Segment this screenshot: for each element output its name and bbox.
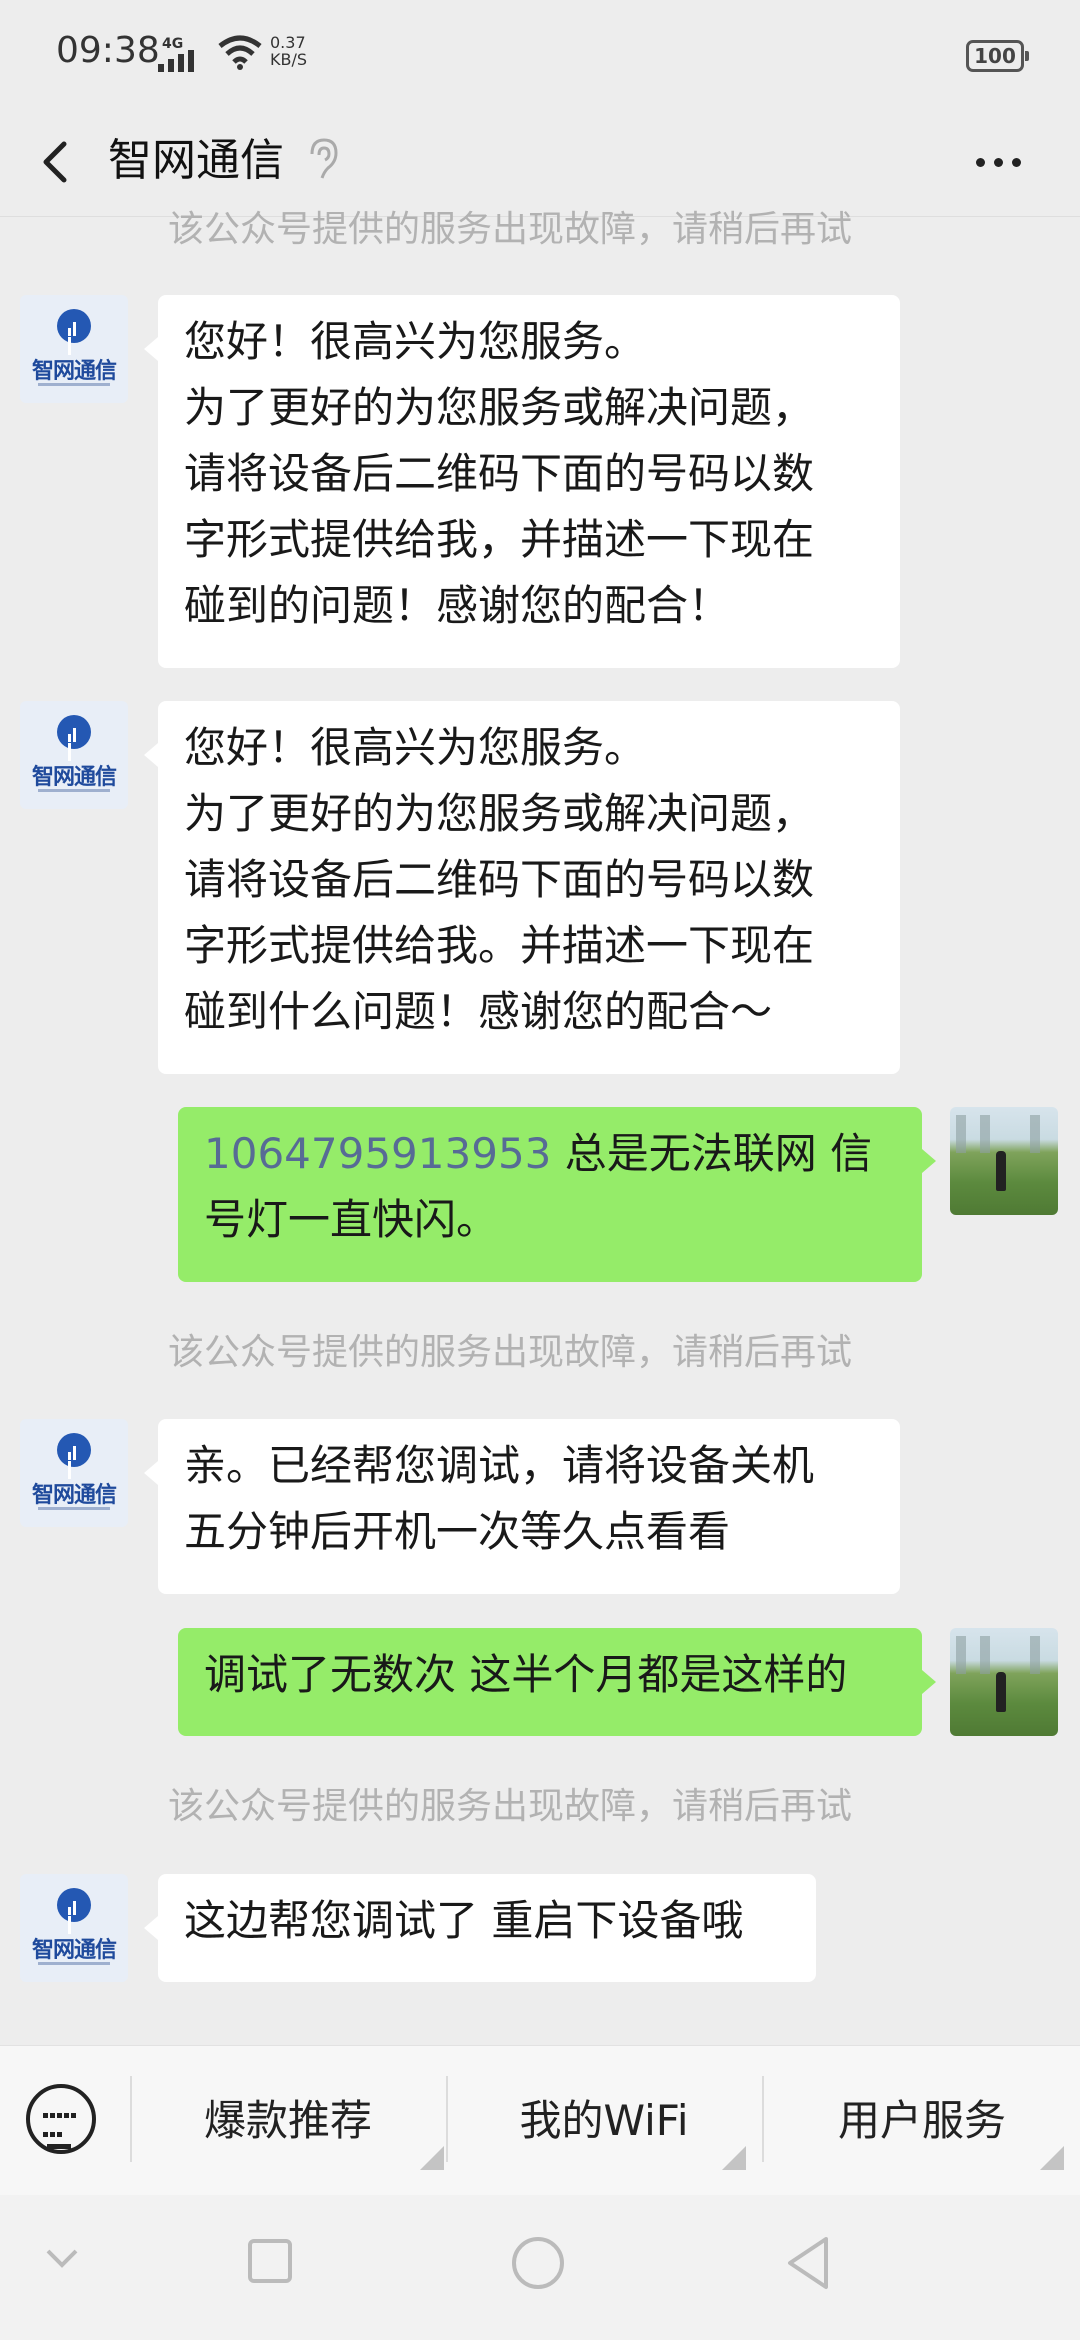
message-line: 请将设备后二维码下面的号码以数	[184, 449, 815, 498]
message-line: 五分钟后开机一次等久点看看	[184, 1507, 731, 1556]
logo-text: 智网通信	[31, 765, 117, 790]
message-line: 字形式提供给我。并描述一下现在	[184, 921, 815, 970]
submenu-indicator-icon	[1040, 2146, 1064, 2170]
chat-title: 智网通信	[108, 135, 284, 186]
message-line: 为了更好的为您服务或解决问题，	[184, 383, 815, 432]
avatar[interactable]: 智网通信	[20, 701, 128, 809]
submenu-indicator-icon	[420, 2146, 444, 2170]
logo-text: 智网通信	[31, 359, 117, 384]
circle-icon[interactable]	[512, 2237, 564, 2289]
phone-number-link[interactable]: 1064795913953	[204, 1129, 551, 1178]
message-text: 这边帮您调试了 重启下设备哦	[184, 1896, 744, 1945]
triangle-back-icon[interactable]	[784, 2235, 832, 2291]
signal-icon	[158, 50, 194, 72]
message-line: 碰到什么问题！感谢您的配合～	[184, 987, 773, 1036]
wifi-icon	[218, 35, 262, 70]
status-time: 09:38	[56, 30, 160, 71]
system-nav-bar	[0, 2195, 1080, 2340]
message-text: 调试了无数次 这半个月都是这样的	[204, 1650, 848, 1699]
avatar[interactable]: 智网通信	[20, 1874, 128, 1982]
message-line: 您好！很高兴为您服务。	[184, 723, 647, 772]
avatar[interactable]: 智网通信	[20, 295, 128, 403]
logo-text: 智网通信	[31, 1483, 117, 1508]
menu-item-hot-picks[interactable]: 爆款推荐	[132, 2046, 444, 2196]
keyboard-icon[interactable]	[26, 2084, 96, 2154]
avatar[interactable]: 智网通信	[20, 1419, 128, 1527]
message-bubble[interactable]: 亲。已经帮您调试，请将设备关机 五分钟后开机一次等久点看看	[144, 1419, 900, 1594]
ear-icon	[310, 138, 338, 179]
status-bar: 09:38 4G 0.37 KB/S 100	[0, 0, 1080, 108]
message-line: 为了更好的为您服务或解决问题，	[184, 789, 815, 838]
speed-value: 0.37	[270, 33, 306, 52]
network-speed: 0.37 KB/S	[270, 34, 307, 68]
message-line: 碰到的问题！感谢您的配合！	[184, 581, 731, 630]
menu-item-my-wifi[interactable]: 我的WiFi	[448, 2046, 760, 2196]
message-line: 字形式提供给我，并描述一下现在	[184, 515, 815, 564]
system-notice: 该公众号提供的服务出现故障，请稍后再试	[167, 1332, 852, 1373]
speed-unit: KB/S	[270, 50, 308, 69]
logo-icon	[68, 1441, 82, 1479]
battery-icon: 100	[966, 40, 1029, 72]
message-bubble-self[interactable]: 1064795913953 总是无法联网 信号灯一直快闪。	[178, 1107, 936, 1282]
system-notice: 该公众号提供的服务出现故障，请稍后再试	[167, 209, 852, 250]
logo-icon	[68, 317, 82, 355]
menu-item-user-service[interactable]: 用户服务	[764, 2046, 1080, 2196]
message-bubble[interactable]: 这边帮您调试了 重启下设备哦	[144, 1874, 816, 1982]
message-bubble-self[interactable]: 调试了无数次 这半个月都是这样的	[178, 1628, 936, 1736]
chevron-down-icon[interactable]	[44, 2243, 80, 2271]
message-bubble[interactable]: 您好！很高兴为您服务。 为了更好的为您服务或解决问题， 请将设备后二维码下面的号…	[144, 295, 900, 668]
logo-text: 智网通信	[31, 1938, 117, 1963]
service-menu-bar: 爆款推荐 我的WiFi 用户服务	[0, 2045, 1080, 2196]
user-avatar[interactable]	[950, 1107, 1058, 1215]
logo-icon	[68, 723, 82, 761]
chevron-left-icon[interactable]	[36, 124, 72, 200]
square-icon[interactable]	[248, 2239, 292, 2283]
system-notice: 该公众号提供的服务出现故障，请稍后再试	[167, 1786, 852, 1827]
message-bubble[interactable]: 您好！很高兴为您服务。 为了更好的为您服务或解决问题， 请将设备后二维码下面的号…	[144, 701, 900, 1074]
message-line: 请将设备后二维码下面的号码以数	[184, 855, 815, 904]
message-line: 您好！很高兴为您服务。	[184, 317, 647, 366]
logo-icon	[68, 1896, 82, 1934]
user-avatar[interactable]	[950, 1628, 1058, 1736]
submenu-indicator-icon	[722, 2146, 746, 2170]
more-dots-icon[interactable]	[976, 152, 1030, 171]
message-line: 亲。已经帮您调试，请将设备关机	[184, 1441, 815, 1490]
